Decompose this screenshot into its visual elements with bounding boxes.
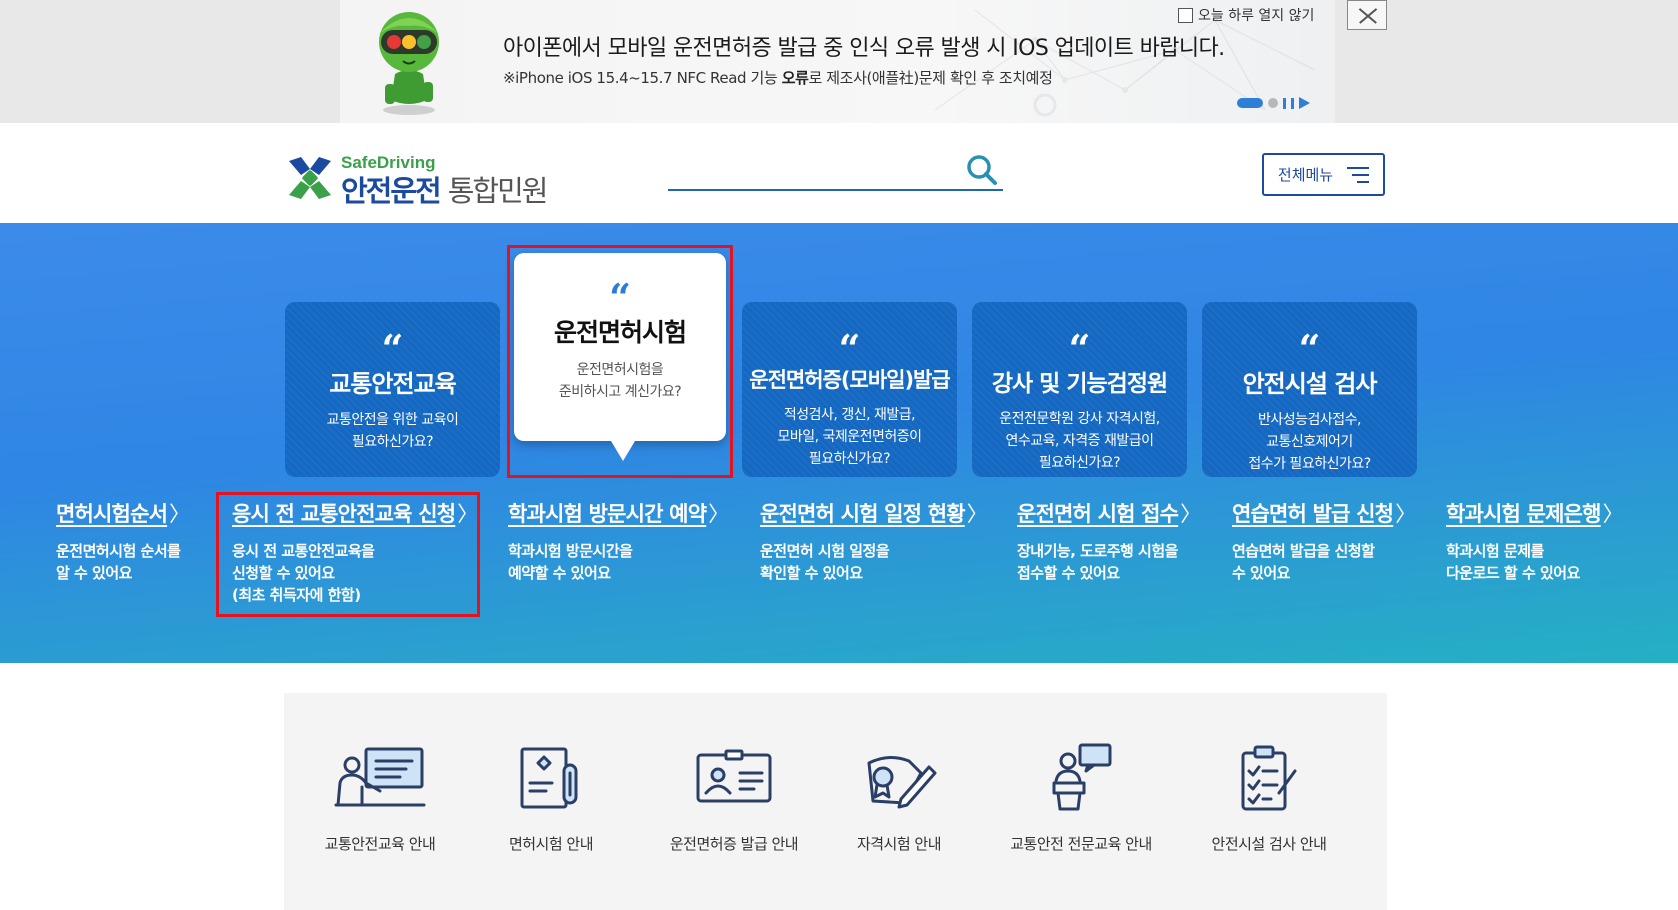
card-title: 운전면허증(모바일)발급 xyxy=(749,368,950,392)
checklist-clipboard-icon xyxy=(1241,745,1297,811)
highlight-box-exam-card xyxy=(507,245,733,478)
guide-license-exam[interactable]: 면허시험 안내 xyxy=(496,693,606,854)
guide-qualification-exam[interactable]: 자격시험 안내 xyxy=(844,693,954,854)
quick-link-description: 운전면허시험 순서를 알 수 있어요 xyxy=(56,542,181,582)
pause-icon[interactable] xyxy=(1283,97,1294,109)
guide-label: 자격시험 안내 xyxy=(856,835,942,853)
chevron-right-icon: 〉 xyxy=(966,502,988,526)
site-header: SafeDriving 안전운전 통합민원 전체메뉴 xyxy=(0,123,1678,223)
card-description: 반사성능검사접수, 교통신호제어기 접수가 필요하신가요? xyxy=(1248,412,1371,472)
all-menu-label: 전체메뉴 xyxy=(1277,166,1334,184)
teacher-board-icon xyxy=(334,747,426,807)
card-description: 운전전문학원 강사 자격시험, 연수교육, 자격증 재발급이 필요하신가요? xyxy=(999,411,1160,471)
quick-link-description: 운전면허 시험 일정을 확인할 수 있어요 xyxy=(760,542,890,582)
search-input[interactable] xyxy=(668,149,948,187)
card-description: 적성검사, 갱신, 재발급, 모바일, 국제운전면허증이 필요하신가요? xyxy=(777,407,922,467)
close-icon[interactable] xyxy=(1347,0,1387,30)
search-bar xyxy=(668,149,1003,191)
quick-link-description: 연습면허 발급을 신청할 수 있어요 xyxy=(1232,542,1375,582)
card-title: 교통안전교육 xyxy=(329,370,456,398)
dont-show-today-checkbox[interactable]: 오늘 하루 열지 않기 xyxy=(1178,5,1314,25)
quick-link-title[interactable]: 운전면허 시험 일정 현황〉 xyxy=(760,498,988,528)
banner-slider-controls xyxy=(1237,97,1310,109)
card-instructor-examiner[interactable]: “ 강사 및 기능검정원 운전전문학원 강사 자격시험, 연수교육, 자격증 재발… xyxy=(972,302,1187,477)
search-icon[interactable] xyxy=(965,153,999,187)
guide-safety-facility-inspection[interactable]: 안전시설 검사 안내 xyxy=(1204,693,1334,854)
quick-link-question-bank[interactable]: 학과시험 문제은행〉 학과시험 문제를 다운로드 할 수 있어요 xyxy=(1446,498,1624,584)
guide-section: 교통안전교육 안내 면허시험 안내 운전면허증 발급 안내 자격시험 안내 교통… xyxy=(284,693,1387,910)
quick-link-description: 학과시험 문제를 다운로드 할 수 있어요 xyxy=(1446,542,1580,582)
site-logo[interactable]: SafeDriving 안전운전 통합민원 xyxy=(285,153,571,208)
quote-icon: “ xyxy=(1068,326,1091,371)
slide-indicator[interactable] xyxy=(1268,98,1278,108)
quick-link-title[interactable]: 학과시험 문제은행〉 xyxy=(1446,498,1624,528)
guide-label: 운전면허증 발급 안내 xyxy=(669,835,799,853)
chevron-right-icon: 〉 xyxy=(169,502,190,526)
card-description: 교통안전을 위한 교육이 필요하신가요? xyxy=(326,412,459,450)
slide-indicator-active[interactable] xyxy=(1237,98,1263,108)
exam-document-icon xyxy=(520,747,578,809)
play-icon[interactable] xyxy=(1299,97,1310,109)
guide-traffic-education[interactable]: 교통안전교육 안내 xyxy=(320,693,440,854)
logo-title: 안전운전 통합민원 xyxy=(341,174,548,208)
card-traffic-safety-education[interactable]: “ 교통안전교육 교통안전을 위한 교육이 필요하신가요? xyxy=(285,302,500,477)
notice-banner: 아이폰에서 모바일 운전면허증 발급 중 인식 오류 발생 시 IOS 업데이트… xyxy=(0,0,1678,123)
dont-show-today-label: 오늘 하루 열지 않기 xyxy=(1198,8,1315,24)
safedriving-logo-icon xyxy=(289,157,331,199)
quick-link-learner-permit[interactable]: 연습면허 발급 신청〉 연습면허 발급을 신청할 수 있어요 xyxy=(1232,498,1416,584)
hamburger-icon xyxy=(1347,166,1370,183)
lecturer-podium-icon xyxy=(1052,743,1112,811)
highlight-box-education-link xyxy=(216,492,480,617)
quote-icon: “ xyxy=(1298,326,1321,371)
notice-subtitle: ※iPhone iOS 15.4~15.7 NFC Read 기능 오류로 제조… xyxy=(503,69,1053,87)
card-title: 강사 및 기능검정원 xyxy=(991,371,1168,397)
quote-icon: “ xyxy=(381,326,404,371)
guide-license-issuance[interactable]: 운전면허증 발급 안내 xyxy=(654,693,814,854)
quick-link-title[interactable]: 연습면허 발급 신청〉 xyxy=(1232,498,1416,528)
checkbox-box[interactable] xyxy=(1178,7,1193,23)
quick-link-exam-application[interactable]: 운전면허 시험 접수〉 장내기능, 도로주행 시험을 접수할 수 있어요 xyxy=(1017,498,1201,584)
guide-label: 안전시설 검사 안내 xyxy=(1211,835,1327,853)
chevron-right-icon: 〉 xyxy=(1395,502,1416,526)
certificate-pen-icon xyxy=(867,756,937,809)
guide-professional-education[interactable]: 교통안전 전문교육 안내 xyxy=(996,693,1166,854)
card-safety-facility-inspection[interactable]: “ 안전시설 검사 반사성능검사접수, 교통신호제어기 접수가 필요하신가요? xyxy=(1202,302,1417,477)
license-card-icon xyxy=(696,749,772,803)
quick-link-title[interactable]: 학과시험 방문시간 예약〉 xyxy=(508,498,729,528)
notice-title[interactable]: 아이폰에서 모바일 운전면허증 발급 중 인식 오류 발생 시 IOS 업데이트… xyxy=(503,30,1225,62)
guide-label: 교통안전교육 안내 xyxy=(324,835,436,853)
quick-link-title[interactable]: 운전면허 시험 접수〉 xyxy=(1017,498,1201,528)
chevron-right-icon: 〉 xyxy=(1602,502,1624,526)
quick-link-exam-schedule[interactable]: 운전면허 시험 일정 현황〉 운전면허 시험 일정을 확인할 수 있어요 xyxy=(760,498,988,584)
quote-icon: “ xyxy=(838,326,861,371)
card-title: 안전시설 검사 xyxy=(1242,370,1378,398)
quick-link-written-test-reservation[interactable]: 학과시험 방문시간 예약〉 학과시험 방문시간을 예약할 수 있어요 xyxy=(508,498,729,584)
all-menu-button[interactable]: 전체메뉴 xyxy=(1262,153,1385,196)
guide-label: 면허시험 안내 xyxy=(508,835,594,853)
chevron-right-icon: 〉 xyxy=(708,502,729,526)
quick-link-description: 학과시험 방문시간을 예약할 수 있어요 xyxy=(508,542,633,582)
quick-link-title[interactable]: 면허시험순서〉 xyxy=(56,498,190,528)
chevron-right-icon: 〉 xyxy=(1180,502,1201,526)
quick-link-description: 장내기능, 도로주행 시험을 접수할 수 있어요 xyxy=(1017,542,1178,582)
card-license-issuance[interactable]: “ 운전면허증(모바일)발급 적성검사, 갱신, 재발급, 모바일, 국제운전면허… xyxy=(742,302,957,477)
traffic-light-mascot-icon xyxy=(379,12,439,115)
quick-link-exam-order[interactable]: 면허시험순서〉 운전면허시험 순서를 알 수 있어요 xyxy=(56,498,190,584)
guide-label: 교통안전 전문교육 안내 xyxy=(1010,835,1152,853)
